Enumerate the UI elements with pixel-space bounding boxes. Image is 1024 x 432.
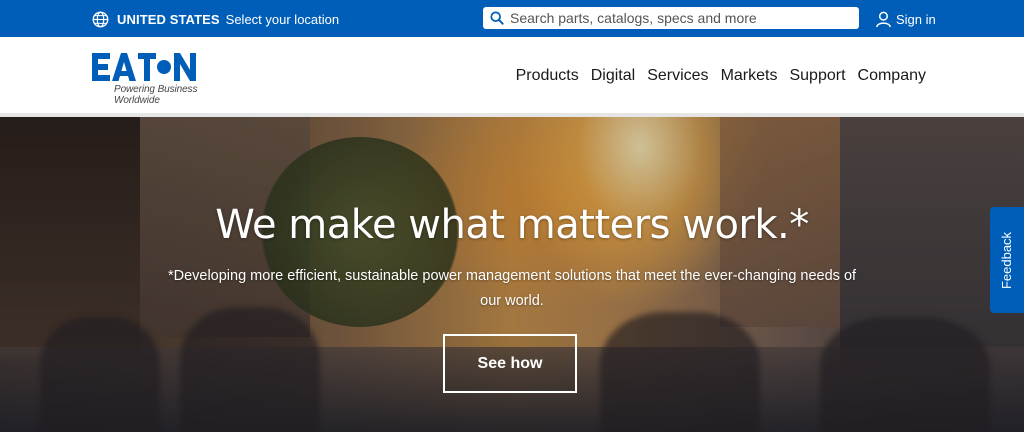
search-input[interactable] [510,10,850,26]
nav-markets[interactable]: Markets [721,67,778,85]
hero-banner: We make what matters work.* *Developing … [0,117,1024,432]
globe-icon [92,11,109,27]
select-location-link[interactable]: Select your location [226,12,339,27]
nav-products[interactable]: Products [516,67,579,85]
see-how-button[interactable]: See how [443,334,577,393]
feedback-tab[interactable]: Feedback [990,207,1024,313]
main-nav: Products Digital Services Markets Suppor… [516,67,926,85]
eaton-logo[interactable]: Powering Business Worldwide [92,52,242,106]
feedback-label: Feedback [999,231,1015,289]
sign-in-label: Sign in [896,11,936,27]
nav-support[interactable]: Support [789,67,845,85]
user-icon [876,11,891,27]
nav-services[interactable]: Services [647,67,708,85]
search-icon [490,11,504,25]
site-header: Powering Business Worldwide Products Dig… [0,37,1024,116]
search-box[interactable] [483,7,859,29]
location-selector[interactable]: UNITED STATES Select your location [92,9,339,29]
eaton-logo-mark [92,53,196,81]
country-label: UNITED STATES [117,11,220,27]
hero-title: We make what matters work.* [215,202,809,248]
sign-in-link[interactable]: Sign in [875,9,936,29]
utility-bar: UNITED STATES Select your location Sign … [0,0,1024,37]
logo-tagline: Powering Business Worldwide [114,84,198,106]
nav-digital[interactable]: Digital [591,67,635,85]
nav-company[interactable]: Company [858,67,926,85]
hero-subtitle: *Developing more efficient, sustainable … [167,268,857,309]
